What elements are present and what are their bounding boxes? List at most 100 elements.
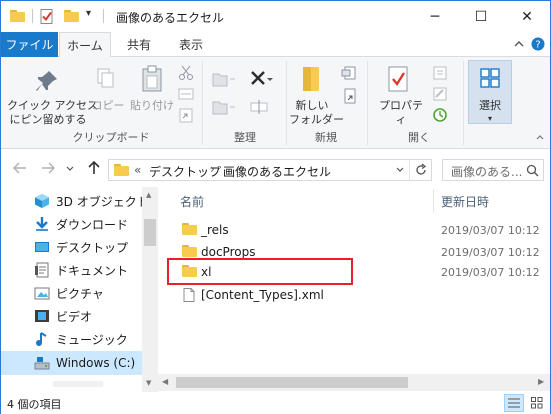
select-button[interactable]: 選択	[468, 99, 512, 113]
breadcrumb-separator[interactable]: ›	[210, 162, 215, 176]
pin-to-quick-access-button[interactable]: クイック アクセス にピン留めする	[7, 99, 98, 127]
tab-view[interactable]: 表示	[168, 32, 214, 57]
tab-file[interactable]: ファイル	[1, 32, 58, 57]
history-icon[interactable]	[432, 107, 448, 123]
select-grid-icon	[480, 68, 500, 88]
svg-text:?: ?	[535, 40, 540, 51]
rename-icon[interactable]	[249, 97, 271, 117]
nav-item-videos[interactable]: ビデオ	[34, 305, 92, 327]
folder-icon	[10, 10, 25, 22]
new-item-icon[interactable]	[341, 65, 359, 83]
new-group-label: 新規	[315, 131, 337, 144]
column-separator[interactable]	[433, 189, 434, 213]
column-header-name[interactable]: 名前	[180, 193, 204, 210]
group-separator	[202, 61, 203, 145]
nav-item-music[interactable]: ミュージック	[34, 328, 128, 350]
scroll-up-icon[interactable]: ▲	[146, 191, 151, 199]
tab-home[interactable]: ホーム	[59, 32, 111, 58]
address-bar[interactable]: « デスクトップ › 画像のあるエクセル	[108, 159, 432, 181]
search-box[interactable]: 画像のある...	[442, 159, 544, 181]
nav-item-downloads[interactable]: ダウンロード	[34, 213, 128, 235]
scroll-down-icon[interactable]: ▼	[146, 379, 151, 387]
new-folder-icon	[303, 67, 323, 93]
3d-objects-icon	[35, 194, 49, 208]
file-modified-date: 2019/03/07 10:12	[441, 246, 540, 259]
copy-path-icon[interactable]	[178, 87, 194, 101]
nav-item-label: ビデオ	[56, 309, 93, 324]
new-folder-button[interactable]: 新しい フォルダー	[289, 99, 344, 127]
collapse-ribbon-icon[interactable]	[512, 37, 526, 51]
breadcrumb-overflow[interactable]: «	[134, 163, 141, 177]
nav-item-label: ミュージック	[56, 332, 128, 347]
new-folder-quick-icon[interactable]	[64, 10, 79, 22]
close-button[interactable]: ✕	[504, 1, 550, 32]
pin-icon	[36, 71, 57, 91]
scroll-right-icon[interactable]: ▶	[538, 377, 544, 386]
divider	[409, 160, 410, 180]
folder-icon	[114, 164, 129, 176]
documents-icon	[35, 262, 49, 278]
column-header-modified[interactable]: 更新日時	[441, 193, 489, 210]
horizontal-scrollbar[interactable]: ◀ ▶	[158, 374, 550, 391]
breadcrumb-current-folder[interactable]: 画像のあるエクセル	[223, 163, 331, 180]
file-modified-date: 2019/03/07 10:12	[441, 266, 540, 279]
copy-button[interactable]: コピー	[90, 99, 126, 113]
recent-locations-icon[interactable]	[65, 165, 75, 173]
file-modified-date: 2019/03/07 10:12	[441, 224, 540, 237]
nav-item-documents[interactable]: ドキュメント	[34, 259, 128, 281]
minimize-button[interactable]: ─	[412, 1, 458, 32]
back-arrow-icon[interactable]	[13, 162, 27, 174]
pictures-icon	[34, 287, 50, 300]
table-row[interactable]: [Content_Types].xml	[158, 285, 550, 305]
open-group-label: 開く	[408, 131, 430, 144]
refresh-icon[interactable]	[414, 163, 428, 177]
scroll-left-icon[interactable]: ◀	[162, 377, 168, 386]
divider	[32, 9, 33, 23]
search-icon[interactable]	[526, 164, 539, 177]
forward-arrow-icon[interactable]	[41, 162, 55, 174]
nav-item-label: 3D オブジェクト	[56, 194, 149, 209]
organize-group-label: 整理	[234, 131, 256, 144]
properties-quick-icon[interactable]	[39, 8, 55, 25]
divider	[103, 9, 104, 23]
nav-item-desktop[interactable]: デスクトップ	[34, 236, 128, 258]
scroll-thumb[interactable]	[144, 219, 156, 246]
title-bar: ▾ 画像のあるエクセル ─ ☐ ✕	[1, 1, 550, 32]
copy-icon	[97, 68, 114, 88]
music-icon	[36, 332, 47, 346]
address-dropdown-icon[interactable]	[395, 166, 405, 174]
open-icon[interactable]	[432, 65, 448, 81]
select-dropdown-icon[interactable]: ▾	[468, 112, 512, 126]
file-icon	[183, 288, 195, 302]
edit-icon[interactable]	[432, 86, 448, 102]
large-icons-view-button[interactable]	[527, 394, 547, 412]
up-arrow-icon[interactable]	[88, 161, 100, 175]
cut-icon[interactable]	[178, 65, 194, 81]
move-to-icon[interactable]	[211, 71, 237, 89]
properties-button[interactable]: プロパティ	[374, 99, 428, 127]
table-row[interactable]: _rels 2019/03/07 10:12	[158, 220, 550, 240]
ribbon-collapse-icon[interactable]	[535, 132, 545, 142]
easy-access-icon[interactable]	[341, 87, 359, 107]
file-name: _rels	[201, 223, 229, 237]
paste-button[interactable]: 貼り付け	[128, 99, 176, 113]
nav-item-windows-drive[interactable]: Windows (C:)	[1, 351, 142, 375]
maximize-button[interactable]: ☐	[458, 1, 504, 32]
group-separator	[367, 61, 368, 145]
nav-pane-scrollbar[interactable]: ▲ ▼	[142, 187, 158, 392]
search-placeholder: 画像のある...	[451, 165, 523, 179]
customize-quick-access-button[interactable]: ▾	[86, 8, 91, 25]
details-view-button[interactable]	[504, 394, 524, 412]
help-icon[interactable]: ?	[531, 37, 545, 51]
tab-share[interactable]: 共有	[116, 32, 162, 57]
nav-item-label: デスクトップ	[56, 240, 129, 255]
file-name: [Content_Types].xml	[201, 288, 324, 302]
paste-shortcut-icon[interactable]	[178, 107, 194, 123]
scroll-thumb[interactable]	[176, 377, 408, 388]
delete-icon[interactable]	[249, 69, 273, 89]
nav-item-pictures[interactable]: ピクチャ	[34, 282, 104, 304]
nav-item-label: Windows (C:)	[56, 356, 136, 370]
nav-item-3d-objects[interactable]: 3D オブジェクト	[34, 190, 149, 212]
group-separator	[463, 61, 464, 145]
copy-to-icon[interactable]	[211, 99, 237, 117]
